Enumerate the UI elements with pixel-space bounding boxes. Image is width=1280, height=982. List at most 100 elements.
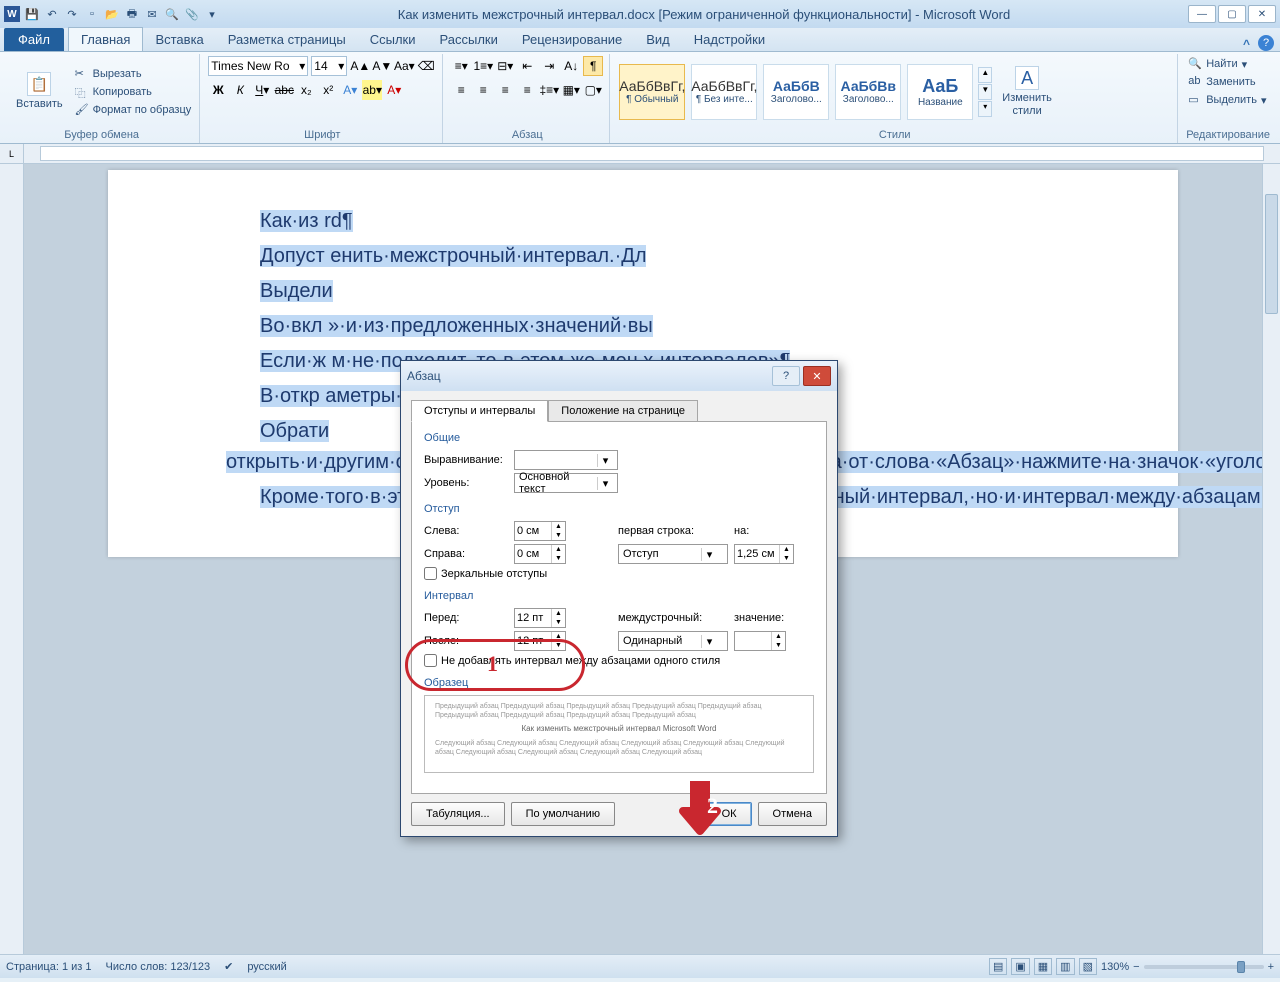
change-styles-button[interactable]: A Изменить стили: [996, 64, 1058, 118]
tab-home[interactable]: Главная: [68, 27, 143, 51]
spin-down-icon[interactable]: ▼: [552, 554, 565, 563]
maximize-button[interactable]: ▢: [1218, 5, 1246, 23]
format-painter-button[interactable]: 🖌Формат по образцу: [73, 102, 194, 118]
shrink-font-icon[interactable]: A▼: [372, 56, 392, 76]
paste-button[interactable]: 📋 Вставить: [10, 70, 69, 112]
vertical-scrollbar[interactable]: [1262, 164, 1280, 954]
italic-icon[interactable]: К: [230, 80, 250, 100]
indent-icon[interactable]: ⇥: [539, 56, 559, 76]
align-left-icon[interactable]: ≡: [451, 80, 471, 100]
replace-button[interactable]: abЗаменить: [1186, 74, 1257, 90]
undo-icon[interactable]: ↶: [44, 6, 60, 22]
spin-down-icon[interactable]: ▼: [552, 618, 565, 627]
tab-layout[interactable]: Разметка страницы: [216, 28, 358, 51]
style-normal[interactable]: АаБбВвГг,¶ Обычный: [619, 64, 685, 120]
tab-addins[interactable]: Надстройки: [682, 28, 777, 51]
save-icon[interactable]: 💾: [24, 6, 40, 22]
spin-up-icon[interactable]: ▲: [552, 609, 565, 618]
sort-icon[interactable]: A↓: [561, 56, 581, 76]
scroll-thumb[interactable]: [1265, 194, 1278, 314]
zoom-slider[interactable]: [1144, 965, 1264, 969]
style-heading1[interactable]: АаБбВЗаголово...: [763, 64, 829, 120]
subscript-icon[interactable]: x₂: [296, 80, 316, 100]
spin-down-icon[interactable]: ▼: [552, 531, 565, 540]
styles-scroll-up-icon[interactable]: ▲: [978, 67, 992, 83]
ok-button[interactable]: ОК: [707, 802, 752, 826]
at-spin[interactable]: ▲▼: [734, 631, 786, 651]
indent-right-spin[interactable]: ▲▼: [514, 544, 566, 564]
after-spin[interactable]: ▲▼: [514, 631, 566, 651]
bullets-icon[interactable]: ≡▾: [451, 56, 471, 76]
indent-left-spin[interactable]: ▲▼: [514, 521, 566, 541]
spin-down-icon[interactable]: ▼: [772, 641, 785, 650]
tab-mailings[interactable]: Рассылки: [428, 28, 510, 51]
close-button[interactable]: ✕: [1248, 5, 1276, 23]
text-effects-icon[interactable]: A▾: [340, 80, 360, 100]
open-icon[interactable]: 📂: [104, 6, 120, 22]
cut-button[interactable]: ✂Вырезать: [73, 66, 194, 82]
multilevel-icon[interactable]: ⊟▾: [495, 56, 515, 76]
align-right-icon[interactable]: ≡: [495, 80, 515, 100]
style-heading2[interactable]: АаБбВвЗаголово...: [835, 64, 901, 120]
dialog-titlebar[interactable]: Абзац ? ✕: [401, 361, 837, 391]
status-language[interactable]: русский: [247, 961, 286, 973]
print-icon[interactable]: 🖶: [124, 6, 140, 22]
horizontal-ruler[interactable]: [40, 146, 1264, 161]
dialog-close-button[interactable]: ✕: [803, 366, 831, 386]
show-marks-icon[interactable]: ¶: [583, 56, 603, 76]
strike-icon[interactable]: abc: [274, 80, 294, 100]
spin-down-icon[interactable]: ▼: [552, 641, 565, 650]
mirror-checkbox[interactable]: Зеркальные отступы: [424, 567, 814, 580]
underline-icon[interactable]: Ч▾: [252, 80, 272, 100]
minimize-button[interactable]: —: [1188, 5, 1216, 23]
line-spacing-icon[interactable]: ‡≡▾: [539, 80, 559, 100]
styles-more-icon[interactable]: ▾: [978, 101, 992, 117]
style-title[interactable]: АаБНазвание: [907, 64, 973, 120]
bold-icon[interactable]: Ж: [208, 80, 228, 100]
tab-view[interactable]: Вид: [634, 28, 682, 51]
superscript-icon[interactable]: x²: [318, 80, 338, 100]
tab-indents[interactable]: Отступы и интервалы: [411, 400, 548, 422]
new-icon[interactable]: ▫: [84, 6, 100, 22]
spin-up-icon[interactable]: ▲: [552, 632, 565, 641]
spin-up-icon[interactable]: ▲: [772, 632, 785, 641]
copy-button[interactable]: ⿻Копировать: [73, 84, 194, 100]
tabs-button[interactable]: Табуляция...: [411, 802, 505, 826]
file-tab[interactable]: Файл: [4, 28, 64, 51]
status-spellcheck-icon[interactable]: ✔: [224, 960, 233, 973]
clear-format-icon[interactable]: ⌫: [416, 56, 436, 76]
spin-up-icon[interactable]: ▲: [552, 545, 565, 554]
view-printlayout-icon[interactable]: ▤: [989, 958, 1007, 975]
font-name-combo[interactable]: Times New Ro▾: [208, 56, 308, 76]
borders-icon[interactable]: ▢▾: [583, 80, 603, 100]
style-nospace[interactable]: АаБбВвГг,¶ Без инте...: [691, 64, 757, 120]
before-spin[interactable]: ▲▼: [514, 608, 566, 628]
default-button[interactable]: По умолчанию: [511, 802, 615, 826]
tab-references[interactable]: Ссылки: [358, 28, 428, 51]
grow-font-icon[interactable]: A▲: [350, 56, 370, 76]
status-page[interactable]: Страница: 1 из 1: [6, 961, 92, 973]
highlight-icon[interactable]: ab▾: [362, 80, 382, 100]
status-words[interactable]: Число слов: 123/123: [106, 961, 211, 973]
zoom-level[interactable]: 130%: [1101, 961, 1129, 973]
align-center-icon[interactable]: ≡: [473, 80, 493, 100]
select-button[interactable]: ▭Выделить ▾: [1186, 92, 1268, 108]
preview-icon[interactable]: 🔍: [164, 6, 180, 22]
view-web-icon[interactable]: ▦: [1034, 958, 1052, 975]
level-combo[interactable]: Основной текст▾: [514, 473, 618, 493]
change-case-icon[interactable]: Aa▾: [394, 56, 414, 76]
outdent-icon[interactable]: ⇤: [517, 56, 537, 76]
alignment-combo[interactable]: ▾: [514, 450, 618, 470]
view-fullscreen-icon[interactable]: ▣: [1011, 958, 1029, 975]
linespacing-combo[interactable]: Одинарный▾: [618, 631, 728, 651]
cancel-button[interactable]: Отмена: [758, 802, 827, 826]
qat-dropdown-icon[interactable]: ▾: [204, 6, 220, 22]
shading-icon[interactable]: ▦▾: [561, 80, 581, 100]
zoom-knob[interactable]: [1237, 961, 1245, 973]
noadd-checkbox[interactable]: Не добавлять интервал между абзацами одн…: [424, 654, 814, 667]
vertical-ruler[interactable]: [0, 164, 24, 954]
find-button[interactable]: 🔍Найти ▾: [1186, 56, 1249, 72]
view-draft-icon[interactable]: ▧: [1079, 958, 1097, 975]
attach-icon[interactable]: 📎: [184, 6, 200, 22]
zoom-in-button[interactable]: +: [1268, 961, 1274, 973]
